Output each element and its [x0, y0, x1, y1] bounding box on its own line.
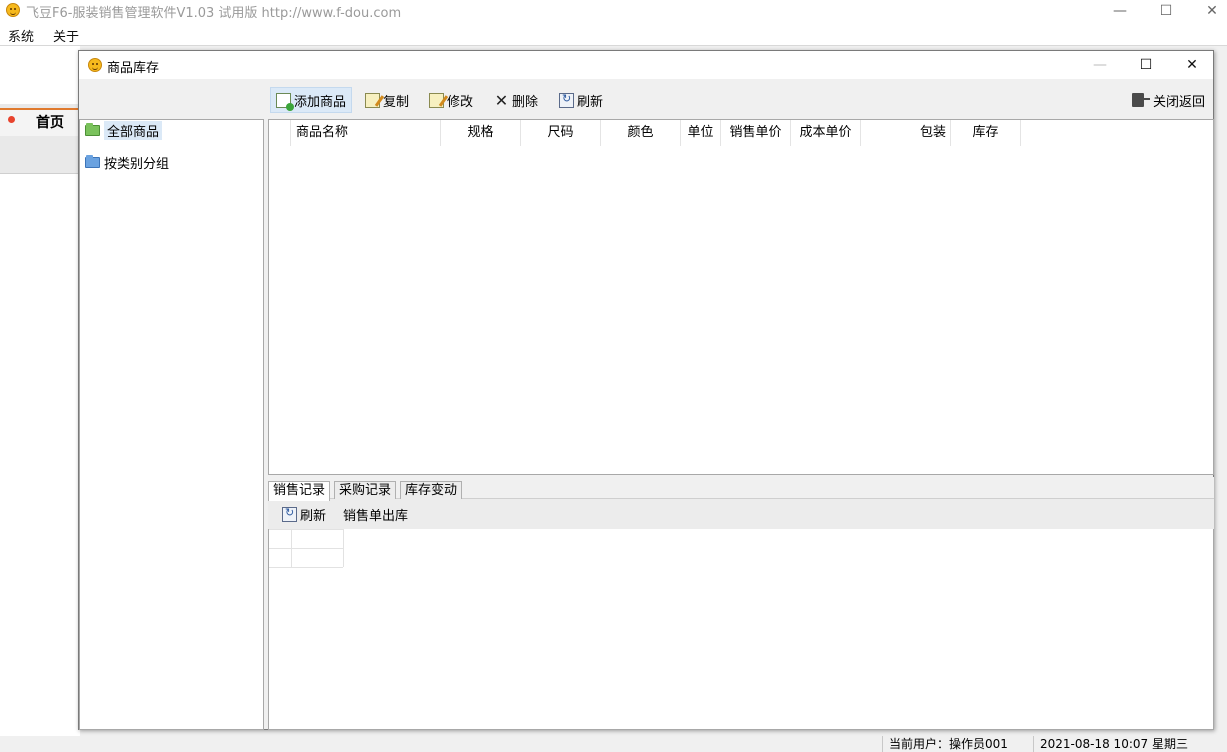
column-header-stock[interactable]: 库存: [951, 120, 1021, 146]
status-current-user: 当前用户：操作员001: [882, 736, 1032, 752]
sales-out-button[interactable]: 销售单出库: [338, 501, 413, 527]
grid-line: [291, 529, 292, 567]
refresh-button[interactable]: 刷新: [554, 87, 608, 113]
sub-refresh-label: 刷新: [300, 508, 327, 524]
minimize-button[interactable]: —: [1097, 0, 1143, 22]
app-title: 飞豆F6-服装销售管理软件V1.03 试用版 http://www.f-dou.…: [26, 6, 402, 21]
home-tab-status-icon: [8, 116, 15, 123]
column-header-name[interactable]: 商品名称: [291, 120, 441, 146]
folder-icon: [85, 154, 100, 168]
column-header-size[interactable]: 尺码: [521, 120, 601, 146]
close-return-button[interactable]: 关闭返回: [1127, 87, 1210, 113]
exit-icon: [1132, 93, 1150, 107]
refresh-icon: [559, 92, 574, 108]
copy-icon: [365, 92, 380, 108]
inventory-window: 商品库存 — ☐ ✕ 添加商品 复制 修改 ✕ 删除 刷新 关闭返回: [78, 50, 1214, 730]
menu-bar: 系统 关于: [0, 22, 1227, 46]
tree-item-by-category[interactable]: 按类别分组: [85, 153, 170, 172]
category-tree: 全部商品 按类别分组: [79, 119, 264, 730]
status-datetime: 2021-08-18 10:07 星期三: [1033, 736, 1227, 752]
child-close-button[interactable]: ✕: [1169, 51, 1215, 79]
delete-label: 删除: [512, 94, 539, 110]
grid-line: [269, 548, 343, 549]
row-header-cell: [269, 120, 291, 146]
grid-line: [269, 529, 343, 530]
toolbar: 添加商品 复制 修改 ✕ 删除 刷新 关闭返回: [267, 84, 1213, 116]
menu-system[interactable]: 系统: [8, 26, 34, 45]
column-header-color[interactable]: 颜色: [601, 120, 681, 146]
add-icon: [276, 92, 294, 111]
tree-item-label: 按类别分组: [104, 156, 170, 172]
child-minimize-button[interactable]: —: [1077, 51, 1123, 79]
copy-label: 复制: [383, 94, 410, 110]
copy-button[interactable]: 复制: [360, 87, 414, 113]
child-maximize-button[interactable]: ☐: [1123, 51, 1169, 79]
sub-refresh-button[interactable]: 刷新: [277, 501, 331, 527]
record-grid: [268, 529, 1214, 730]
refresh-icon: [282, 506, 297, 522]
grid-line: [343, 529, 344, 567]
grid-line: [269, 567, 343, 568]
edit-button[interactable]: 修改: [424, 87, 478, 113]
tree-item-all-products[interactable]: 全部商品: [85, 120, 163, 140]
edit-label: 修改: [447, 94, 474, 110]
product-grid: 商品名称 规格 尺码 颜色 单位 销售单价 成本单价 包装 库存: [268, 119, 1214, 475]
delete-icon: ✕: [494, 90, 509, 110]
window-logo-icon: [88, 58, 102, 72]
app-logo-icon: [6, 3, 20, 17]
inventory-window-titlebar[interactable]: 商品库存 — ☐ ✕: [79, 51, 1213, 79]
tab-purchase-records[interactable]: 采购记录: [334, 481, 397, 500]
add-product-label: 添加商品: [294, 94, 347, 110]
tree-item-label: 全部商品: [104, 120, 163, 140]
close-button[interactable]: ✕: [1189, 0, 1227, 22]
column-header-spec[interactable]: 规格: [441, 120, 521, 146]
close-return-label: 关闭返回: [1153, 94, 1206, 110]
delete-button[interactable]: ✕ 删除: [489, 87, 543, 113]
record-tabs: 销售记录 采购记录 库存变动: [268, 477, 1214, 501]
sub-toolbar: 刷新 销售单出库: [268, 499, 1214, 529]
column-header-sale-price[interactable]: 销售单价: [721, 120, 791, 146]
inventory-window-title: 商品库存: [107, 61, 160, 76]
menu-about[interactable]: 关于: [53, 26, 79, 45]
folder-icon: [85, 122, 100, 136]
maximize-button[interactable]: ☐: [1143, 0, 1189, 22]
app-titlebar: 飞豆F6-服装销售管理软件V1.03 试用版 http://www.f-dou.…: [0, 0, 1227, 22]
column-header-unit[interactable]: 单位: [681, 120, 721, 146]
column-header-cost-price[interactable]: 成本单价: [791, 120, 861, 146]
add-product-button[interactable]: 添加商品: [270, 87, 353, 113]
tab-sales-records[interactable]: 销售记录: [268, 481, 331, 501]
edit-icon: [429, 92, 444, 108]
tab-home-label[interactable]: 首页: [36, 112, 64, 132]
refresh-label: 刷新: [577, 94, 604, 110]
column-header-package[interactable]: 包装: [861, 120, 951, 146]
tab-stock-changes[interactable]: 库存变动: [400, 481, 463, 500]
